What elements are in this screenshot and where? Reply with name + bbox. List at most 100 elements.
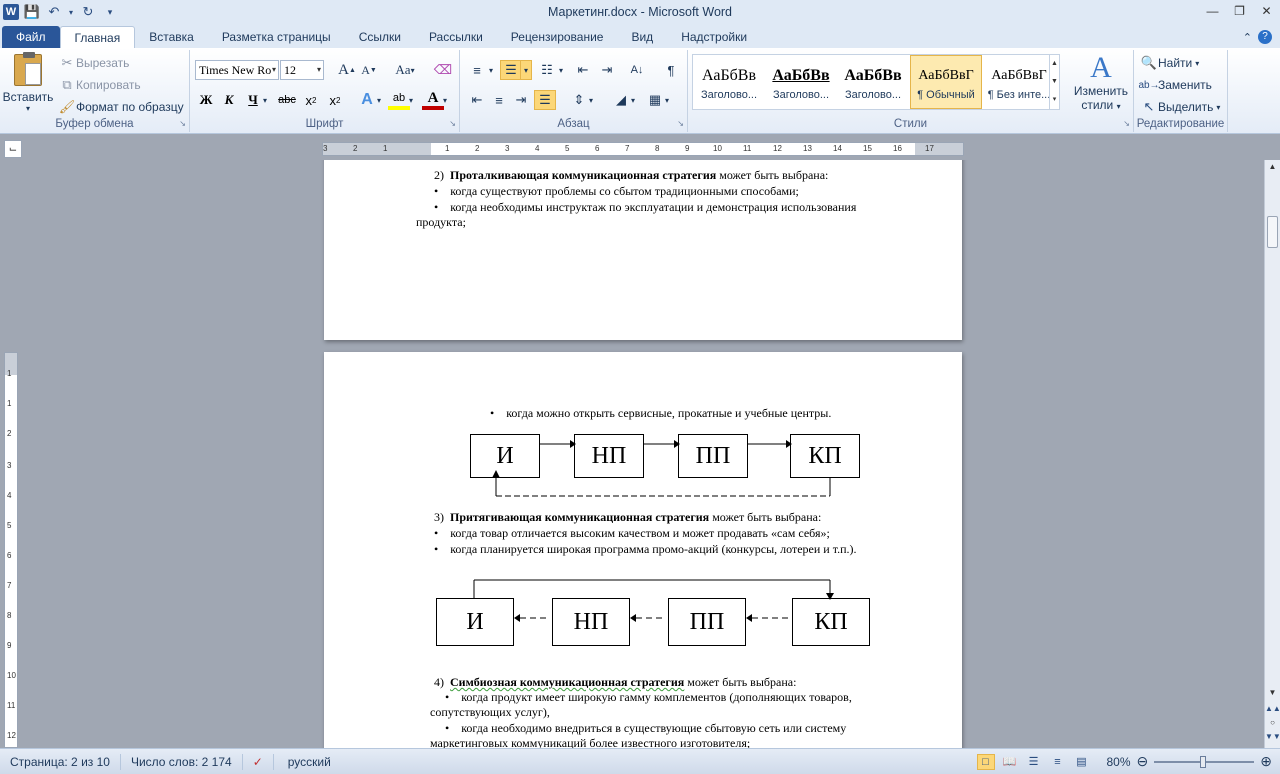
draft-icon[interactable]: ▤	[1073, 754, 1091, 770]
full-screen-reading-icon[interactable]: 📖	[1001, 754, 1019, 770]
style-heading-1[interactable]: АаБбВв Заголово...	[693, 55, 765, 109]
style-heading-2[interactable]: АаБбВв Заголово...	[765, 55, 837, 109]
clear-formatting-icon[interactable]: ⌫	[432, 60, 454, 80]
restore-icon[interactable]: ❐	[1226, 0, 1253, 22]
select-cursor-icon: ↖	[1143, 99, 1155, 114]
undo-dropdown-icon[interactable]: ▾	[67, 3, 75, 21]
select-button[interactable]: ↖ Выделить ▾	[1140, 98, 1221, 116]
vertical-ruler[interactable]: 1 1 2 3 4 5 6 7 8 9 10 11 12	[4, 352, 18, 748]
language-indicator[interactable]: русский	[274, 754, 341, 770]
paragraph-launcher-icon[interactable]: ↘	[677, 119, 684, 128]
sort-icon[interactable]: A↓	[626, 60, 648, 80]
scroll-up-icon[interactable]: ▲	[1265, 162, 1280, 171]
highlight-dropdown-icon[interactable]: ▾	[406, 90, 416, 110]
strikethrough-button[interactable]: abc	[276, 90, 298, 110]
save-icon[interactable]: 💾	[23, 3, 41, 21]
word-count[interactable]: Число слов: 2 174	[121, 753, 243, 770]
justify-icon[interactable]: ☰	[534, 90, 556, 110]
styles-launcher-icon[interactable]: ↘	[1123, 119, 1130, 128]
scroll-down-icon[interactable]: ▼	[1265, 688, 1280, 697]
zoom-level[interactable]: 80%	[1107, 755, 1131, 769]
italic-button[interactable]: К	[218, 90, 240, 110]
browse-object-icon[interactable]: ○	[1265, 718, 1280, 727]
cut-button[interactable]: ✂ Вырезать	[58, 54, 130, 72]
word-logo-icon[interactable]: W	[3, 4, 19, 20]
shrink-font-icon[interactable]: A ▼	[358, 60, 380, 80]
next-page-icon[interactable]: ▼▼	[1265, 732, 1280, 741]
tab-mailings[interactable]: Рассылки	[415, 26, 497, 48]
align-right-icon[interactable]: ⇥	[510, 90, 532, 110]
print-layout-icon[interactable]: □	[976, 753, 995, 770]
numbering-icon[interactable]: ☰	[500, 60, 522, 80]
tab-home[interactable]: Главная	[59, 26, 136, 48]
copy-button[interactable]: ⧉ Копировать	[58, 76, 140, 94]
replace-button[interactable]: ab→ Заменить	[1138, 76, 1212, 94]
increase-indent-icon[interactable]: ⇥	[596, 60, 618, 80]
paste-button[interactable]: Вставить ▾	[3, 52, 53, 116]
borders-dropdown-icon[interactable]: ▾	[662, 90, 672, 110]
show-marks-icon[interactable]: ¶	[660, 60, 682, 80]
page-indicator[interactable]: Страница: 2 из 10	[0, 753, 121, 770]
minimize-icon[interactable]: —	[1199, 0, 1226, 22]
line-spacing-dropdown-icon[interactable]: ▾	[586, 90, 596, 110]
help-icon[interactable]: ?	[1258, 30, 1272, 44]
underline-dropdown-icon[interactable]: ▾	[260, 90, 270, 110]
font-size-combo[interactable]: 12 ▾	[280, 60, 324, 80]
style-normal[interactable]: АаБбВвГ ¶ Обычный	[910, 55, 982, 109]
tab-file[interactable]: Файл	[2, 26, 60, 48]
tab-references[interactable]: Ссылки	[345, 26, 415, 48]
web-layout-icon[interactable]: ☰	[1025, 754, 1043, 770]
zoom-slider[interactable]	[1154, 755, 1255, 768]
diagram2-box-kp: КП	[792, 598, 870, 646]
change-styles-button[interactable]: A Изменить стили ▾	[1072, 52, 1130, 113]
grow-font-icon[interactable]: A ▲	[336, 60, 358, 80]
subscript-icon[interactable]: x2	[300, 90, 322, 110]
change-case-button[interactable]: Aa ▾	[390, 60, 420, 80]
font-launcher-icon[interactable]: ↘	[449, 119, 456, 128]
proofing-icon[interactable]: ✓	[243, 753, 274, 770]
zoom-slider-knob[interactable]	[1200, 755, 1207, 768]
shading-dropdown-icon[interactable]: ▾	[628, 90, 638, 110]
style-heading-3[interactable]: АаБбВв Заголово...	[837, 55, 909, 109]
minimize-ribbon-icon[interactable]: ⌃	[1243, 31, 1252, 44]
tab-addins[interactable]: Надстройки	[667, 26, 761, 48]
bullets-icon[interactable]: ≡	[466, 60, 488, 80]
decrease-indent-icon[interactable]: ⇤	[572, 60, 594, 80]
clipboard-launcher-icon[interactable]: ↘	[179, 119, 186, 128]
tab-insert[interactable]: Вставка	[135, 26, 208, 48]
format-painter-button[interactable]: 🖌 Формат по образцу	[58, 98, 184, 116]
font-color-dropdown-icon[interactable]: ▾	[440, 90, 450, 110]
tab-view[interactable]: Вид	[617, 26, 667, 48]
bold-button[interactable]: Ж	[195, 90, 217, 110]
style-no-spacing[interactable]: АаБбВвГ ¶ Без инте...	[983, 55, 1055, 109]
undo-icon[interactable]: ↶	[45, 3, 63, 21]
zoom-out-icon[interactable]: ⊖	[1137, 753, 1149, 770]
bullets-dropdown-icon[interactable]: ▾	[486, 60, 496, 80]
superscript-icon[interactable]: x2	[324, 90, 346, 110]
document-area[interactable]: 2) Проталкивающая коммуникационная страт…	[22, 160, 1264, 748]
text-effects-dropdown-icon[interactable]: ▾	[374, 90, 384, 110]
scrollbar-thumb[interactable]	[1267, 216, 1278, 248]
zoom-in-icon[interactable]: ⊕	[1260, 753, 1272, 770]
font-name-combo[interactable]: Times New Ro ▾	[195, 60, 279, 80]
ruler-tick: 5	[565, 144, 570, 153]
redo-icon[interactable]: ↻	[79, 3, 97, 21]
numbering-dropdown-icon[interactable]: ▾	[520, 60, 532, 80]
horizontal-ruler[interactable]: 3 2 1 1 2 3 4 5 6 7 8 9 10 11 12 13 14 1…	[322, 142, 964, 156]
close-icon[interactable]: ✕	[1253, 0, 1280, 22]
ruler-right-margin	[915, 143, 963, 155]
multilevel-dropdown-icon[interactable]: ▾	[556, 60, 566, 80]
outline-icon[interactable]: ≡	[1049, 754, 1067, 770]
align-center-icon[interactable]: ≡	[488, 90, 510, 110]
styles-scroll[interactable]: ▲ ▼ ▾	[1049, 55, 1059, 109]
vertical-scrollbar[interactable]: ▲ ▼ ▲▲ ○ ▼▼	[1264, 160, 1280, 748]
find-button[interactable]: 🔍 Найти ▾	[1140, 54, 1199, 72]
align-left-icon[interactable]: ⇤	[466, 90, 488, 110]
prev-page-icon[interactable]: ▲▲	[1265, 704, 1280, 713]
customize-qat-icon[interactable]: ▾	[101, 3, 119, 21]
tab-selector-icon[interactable]: ⌙	[4, 140, 22, 158]
multilevel-list-icon[interactable]: ☷	[536, 60, 558, 80]
clipboard-group-label: Буфер обмена	[55, 118, 134, 130]
tab-review[interactable]: Рецензирование	[497, 26, 618, 48]
tab-page-layout[interactable]: Разметка страницы	[208, 26, 345, 48]
